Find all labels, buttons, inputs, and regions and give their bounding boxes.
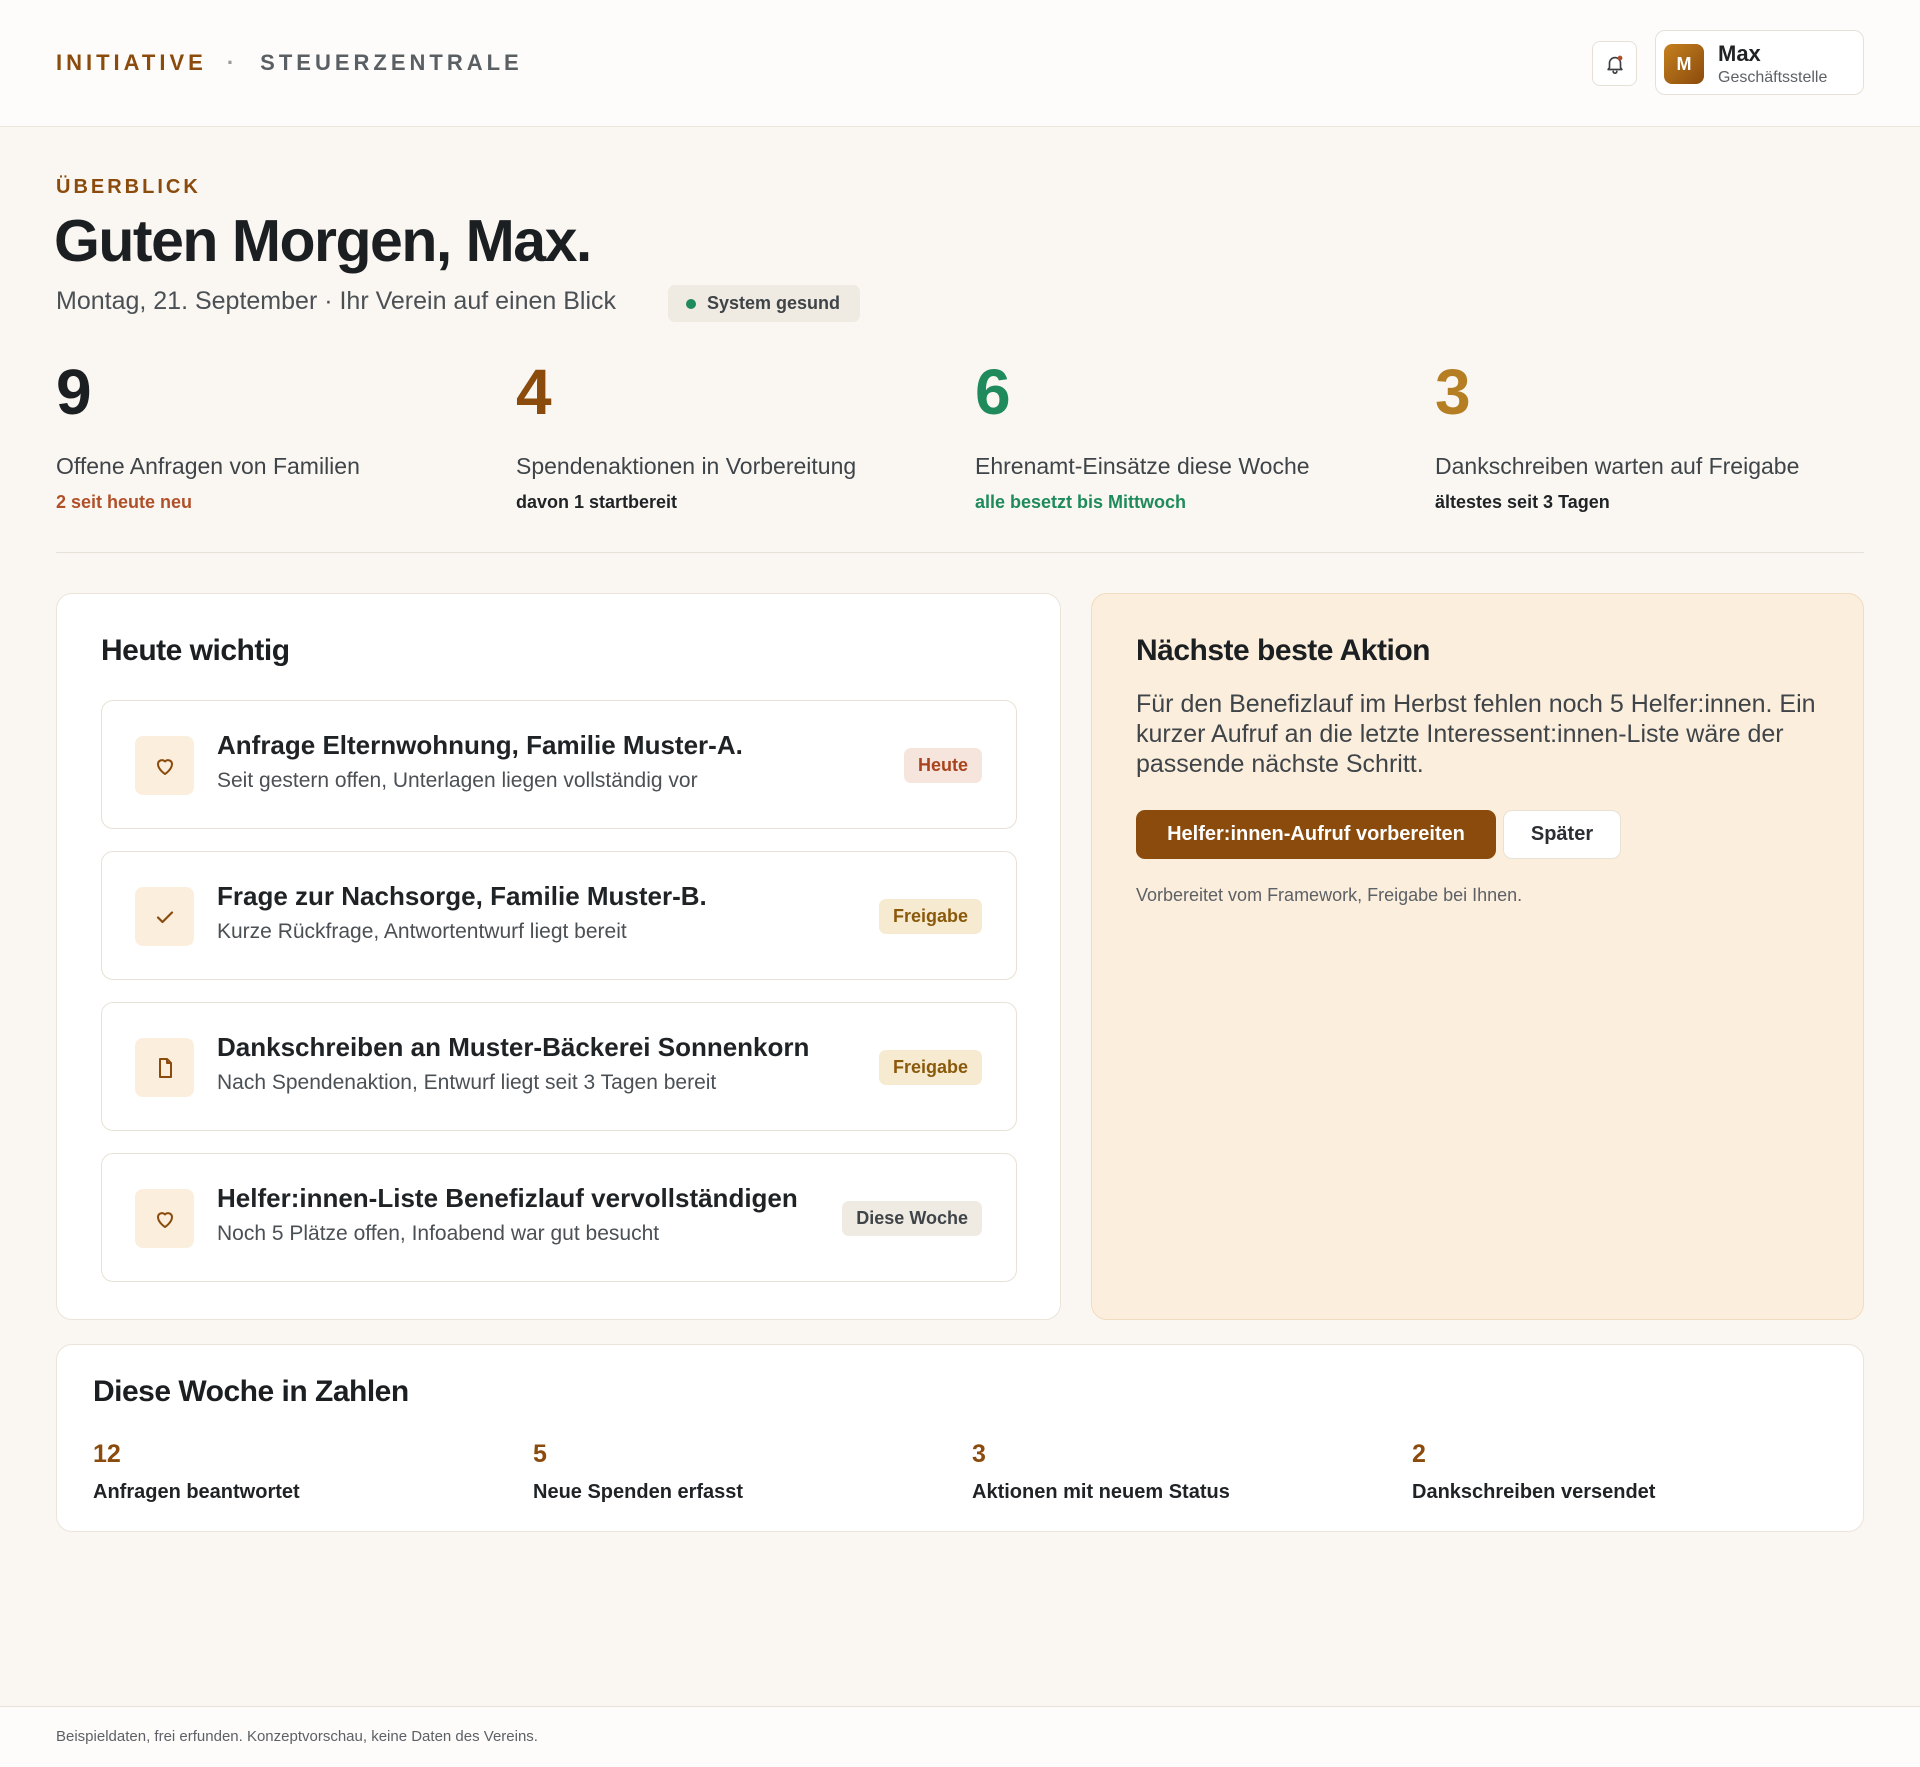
notifications-button[interactable] (1592, 41, 1637, 86)
week-stat: 3 Aktionen mit neuem Status (972, 1440, 1230, 1504)
user-name: Max (1718, 41, 1761, 66)
user-menu[interactable]: M Max Geschäftsstelle (1655, 30, 1864, 95)
kpi-donation-campaigns[interactable]: 4 Spendenaktionen in Vorbereitung davon … (516, 360, 956, 513)
top-bar: INITIATIVE · STEUERZENTRALE M Max Geschä… (0, 0, 1920, 127)
check-icon (156, 910, 173, 923)
page-subtitle: Montag, 21. September · Ihr Verein auf e… (56, 287, 617, 315)
task-item[interactable]: Dankschreiben an Muster-Bäckerei Sonnenk… (101, 1002, 1017, 1131)
task-badge: Diese Woche (842, 1201, 982, 1236)
week-stat-value: 5 (533, 1440, 547, 1468)
kpi-note: davon 1 startbereit (516, 492, 678, 512)
today-title: Heute wichtig (101, 634, 290, 667)
kpi-volunteer-shifts[interactable]: 6 Ehrenamt-Einsätze diese Woche alle bes… (975, 360, 1415, 513)
brand-primary: INITIATIVE (56, 50, 207, 75)
document-icon (158, 1057, 172, 1078)
page-title: Guten Morgen, Max. (54, 208, 592, 274)
kpi-label: Offene Anfragen von Familien (56, 453, 360, 479)
task-subtitle: Kurze Rückfrage, Antwortentwurf liegt be… (217, 920, 627, 943)
brand-separator: · (226, 50, 239, 75)
prepare-call-button[interactable]: Helfer:innen-Aufruf vorbereiten (1136, 810, 1496, 859)
next-action-panel: Nächste beste Aktion Für den Benefizlauf… (1091, 593, 1864, 1320)
bell-icon (1606, 55, 1623, 74)
kpi-value: 6 (975, 356, 1011, 428)
week-stats-panel: Diese Woche in Zahlen 12 Anfragen beantw… (56, 1344, 1864, 1532)
heart-icon (156, 758, 173, 775)
next-action-title: Nächste beste Aktion (1136, 634, 1430, 667)
footer-disclaimer: Beispieldaten, frei erfunden. Konzeptvor… (56, 1728, 538, 1745)
week-stat-label: Anfragen beantwortet (93, 1481, 300, 1503)
kpi-open-requests[interactable]: 9 Offene Anfragen von Familien 2 seit he… (56, 360, 496, 513)
heart-icon (156, 1211, 173, 1228)
week-stat: 2 Dankschreiben versendet (1412, 1440, 1655, 1504)
brand[interactable]: INITIATIVE · STEUERZENTRALE (56, 50, 523, 76)
task-subtitle: Seit gestern offen, Unterlagen liegen vo… (217, 769, 698, 792)
week-stat: 12 Anfragen beantwortet (93, 1440, 300, 1504)
kpi-note: ältestes seit 3 Tagen (1435, 492, 1610, 512)
kpi-value: 3 (1435, 356, 1471, 428)
kpi-label: Spendenaktionen in Vorbereitung (516, 453, 857, 479)
kpi-thank-you-letters[interactable]: 3 Dankschreiben warten auf Freigabe älte… (1435, 360, 1875, 513)
task-badge: Freigabe (878, 899, 982, 934)
status-badge-label: System gesund (707, 293, 841, 313)
kpi-label: Ehrenamt-Einsätze diese Woche (975, 453, 1310, 479)
task-badge: Heute (903, 748, 982, 783)
kpi-value: 4 (516, 356, 552, 428)
section-eyebrow: ÜBERBLICK (56, 176, 201, 198)
week-stat-value: 3 (972, 1440, 986, 1468)
status-badge: System gesund (668, 285, 860, 322)
status-dot-icon (686, 298, 696, 309)
week-stat: 5 Neue Spenden erfasst (533, 1440, 743, 1504)
avatar: M (1664, 44, 1704, 84)
user-role: Geschäftsstelle (1718, 69, 1828, 86)
task-subtitle: Nach Spendenaktion, Entwurf liegt seit 3… (217, 1071, 717, 1094)
kpi-value: 9 (56, 356, 92, 428)
kpi-label: Dankschreiben warten auf Freigabe (1435, 453, 1800, 479)
task-subtitle: Noch 5 Plätze offen, Infoabend war gut b… (217, 1222, 660, 1245)
footer: Beispieldaten, frei erfunden. Konzeptvor… (0, 1706, 1920, 1767)
task-badge: Freigabe (878, 1050, 982, 1085)
task-item[interactable]: Helfer:innen-Liste Benefizlauf vervollst… (101, 1153, 1017, 1282)
task-title: Dankschreiben an Muster-Bäckerei Sonnenk… (217, 1032, 810, 1062)
divider (56, 552, 1864, 553)
week-stat-value: 12 (93, 1440, 121, 1468)
task-title: Frage zur Nachsorge, Familie Muster-B. (217, 881, 707, 911)
task-item[interactable]: Anfrage Elternwohnung, Familie Muster-A.… (101, 700, 1017, 829)
week-stat-value: 2 (1412, 1440, 1426, 1468)
week-stat-label: Aktionen mit neuem Status (972, 1481, 1230, 1503)
task-title: Helfer:innen-Liste Benefizlauf vervollst… (217, 1183, 798, 1213)
week-stats-title: Diese Woche in Zahlen (93, 1375, 409, 1408)
later-button[interactable]: Später (1503, 810, 1621, 859)
week-stat-label: Dankschreiben versendet (1412, 1481, 1656, 1503)
kpi-note: 2 seit heute neu (56, 492, 193, 512)
task-title: Anfrage Elternwohnung, Familie Muster-A. (217, 730, 743, 760)
task-item[interactable]: Frage zur Nachsorge, Familie Muster-B. K… (101, 851, 1017, 980)
next-action-text: Für den Benefizlauf im Herbst fehlen noc… (1136, 690, 1816, 778)
brand-secondary: STEUERZENTRALE (260, 50, 523, 75)
kpi-note: alle besetzt bis Mittwoch (975, 492, 1187, 512)
today-panel: Heute wichtig Anfrage Elternwohnung, Fam… (56, 593, 1061, 1320)
week-stat-label: Neue Spenden erfasst (533, 1481, 744, 1503)
next-action-note: Vorbereitet vom Framework, Freigabe bei … (1136, 885, 1523, 905)
